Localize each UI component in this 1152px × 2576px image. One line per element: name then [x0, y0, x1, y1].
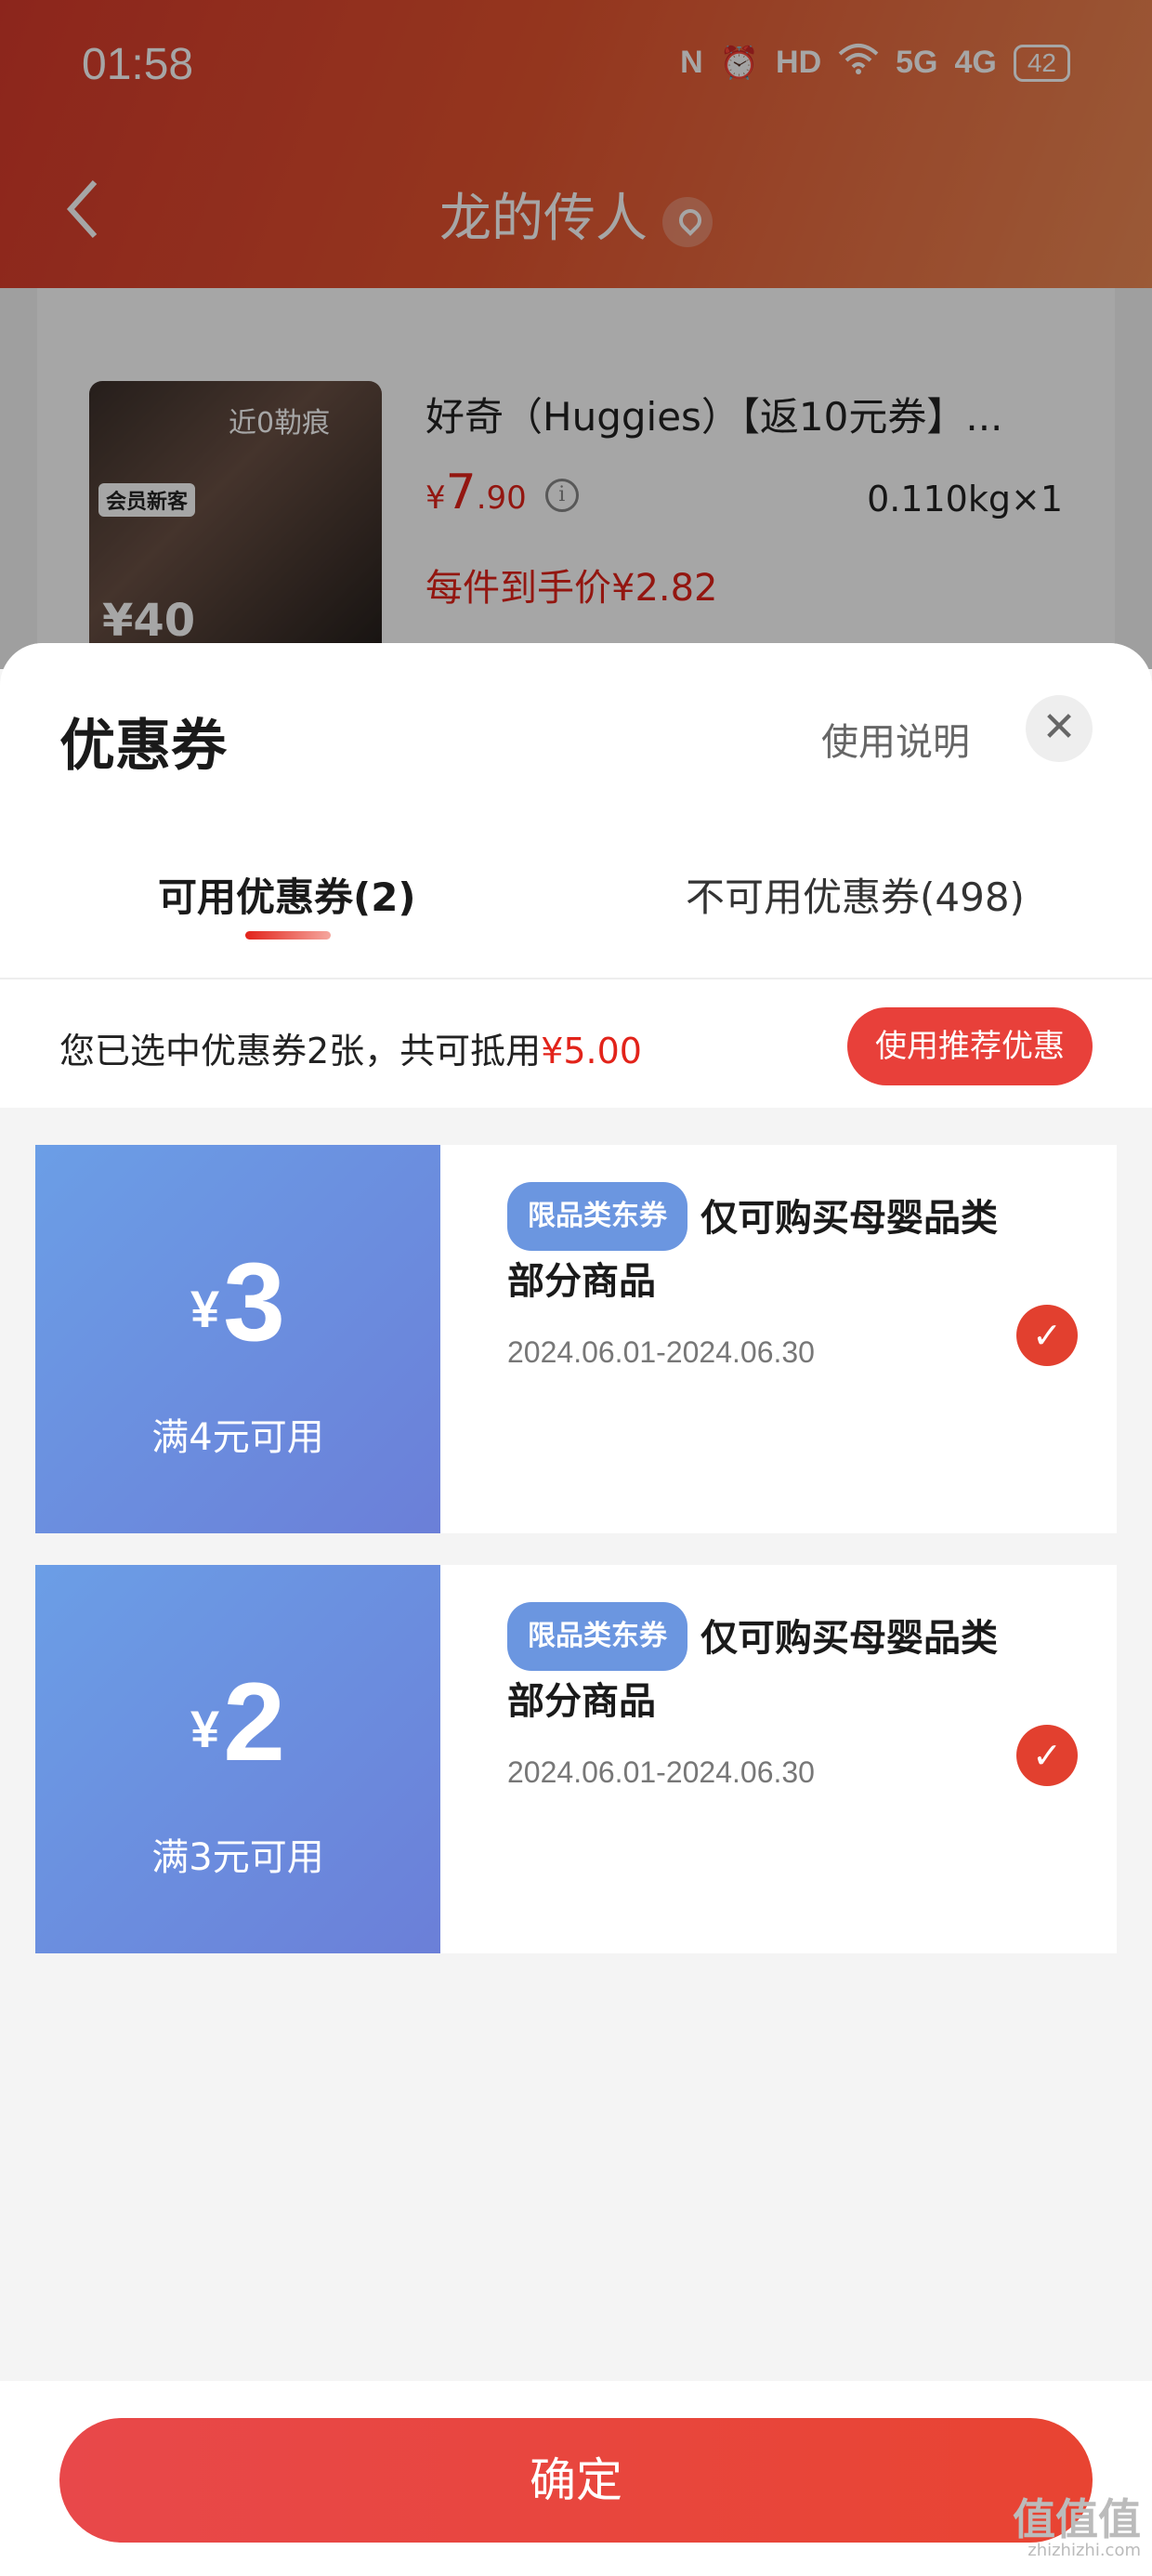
coupon-card[interactable]: ¥3 满4元可用 限品类东券 仅可购买母婴品类部分商品 2024.06.01-20… [28, 1145, 1117, 1533]
bottom-bar: 确定 [0, 2381, 1152, 2576]
coupon-details: 限品类东券 仅可购买母婴品类部分商品 2024.06.01-2024.06.30 … [440, 1565, 1117, 1953]
selection-summary: 您已选中优惠券2张，共可抵用¥5.00 使用推荐优惠 [0, 978, 1152, 1108]
modal-overlay[interactable] [0, 0, 1152, 669]
coupon-tag: 限品类东券 [507, 1602, 687, 1671]
confirm-button[interactable]: 确定 [59, 2418, 1093, 2543]
coupon-description: 限品类东券 仅可购买母婴品类部分商品 [507, 1602, 1028, 1732]
use-recommended-button[interactable]: 使用推荐优惠 [847, 1007, 1093, 1085]
coupon-amount-value: 3 [223, 1240, 285, 1364]
coupon-condition: 满3元可用 [151, 1836, 324, 1879]
coupon-description: 限品类东券 仅可购买母婴品类部分商品 [507, 1182, 1028, 1312]
coupon-condition: 满4元可用 [151, 1416, 324, 1459]
coupon-amount: ¥2 [35, 1658, 440, 1786]
coupon-tag: 限品类东券 [507, 1182, 687, 1251]
checkmark-icon[interactable]: ✓ [1016, 1725, 1078, 1786]
watermark-sub: zhizhizhi.com [1028, 2541, 1141, 2560]
tab-available[interactable]: 可用优惠券(2) [158, 866, 416, 923]
coupon-value-panel: ¥2 满3元可用 [28, 1565, 440, 1953]
coupon-sheet: 优惠券 使用说明 ✕ 可用优惠券(2) 不可用优惠券(498) 您已选中优惠券2… [0, 643, 1152, 2576]
coupon-amount: ¥3 [35, 1238, 440, 1366]
watermark-main: 值值值 [1013, 2494, 1141, 2544]
close-icon[interactable]: ✕ [1026, 695, 1093, 762]
coupon-value-panel: ¥3 满4元可用 [28, 1145, 440, 1533]
coupon-validity: 2024.06.01-2024.06.30 [507, 1755, 815, 1789]
coupon-details: 限品类东券 仅可购买母婴品类部分商品 2024.06.01-2024.06.30 … [440, 1145, 1117, 1533]
summary-amount: ¥5.00 [541, 1031, 642, 1071]
coupon-currency: ¥ [190, 1280, 220, 1338]
coupon-tabs: 可用优惠券(2) 不可用优惠券(498) [0, 866, 1152, 978]
active-tab-indicator [245, 931, 331, 940]
summary-text: 您已选中优惠券2张，共可抵用¥5.00 [59, 1022, 642, 1073]
sheet-title: 优惠券 [59, 714, 227, 779]
summary-label: 您已选中优惠券2张，共可抵用 [59, 1031, 542, 1071]
usage-help-link[interactable]: 使用说明 [821, 712, 970, 766]
tab-unavailable[interactable]: 不可用优惠券(498) [686, 866, 1025, 923]
coupon-currency: ¥ [190, 1700, 220, 1758]
checkmark-icon[interactable]: ✓ [1016, 1305, 1078, 1366]
sheet-header: 优惠券 使用说明 ✕ 可用优惠券(2) 不可用优惠券(498) [0, 643, 1152, 978]
coupon-amount-value: 2 [223, 1660, 285, 1784]
coupon-validity: 2024.06.01-2024.06.30 [507, 1335, 815, 1369]
coupon-card[interactable]: ¥2 满3元可用 限品类东券 仅可购买母婴品类部分商品 2024.06.01-20… [28, 1565, 1117, 1953]
watermark: 值值值 zhizhizhi.com [1013, 2498, 1141, 2561]
